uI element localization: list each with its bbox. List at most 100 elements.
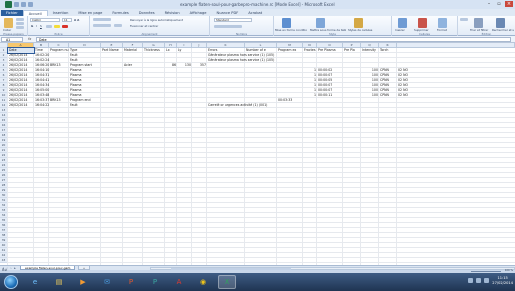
quick-access-toolbar — [3, 1, 33, 8]
file-explorer-icon[interactable]: ▤ — [50, 275, 68, 289]
data-cell[interactable]: CPNN — [379, 93, 397, 98]
internet-explorer-icon[interactable]: e — [26, 275, 44, 289]
clock[interactable]: 11:15 27/02/2014 — [492, 276, 513, 285]
header-cell[interactable]: Intensity — [361, 48, 379, 53]
data-cell[interactable]: 26/02/2014 — [8, 103, 34, 108]
column-header-filler — [397, 43, 515, 48]
data-cell[interactable]: Fault — [69, 103, 101, 108]
data-cell[interactable]: 86 — [165, 63, 177, 68]
data-cell[interactable]: BRK13 — [49, 98, 69, 103]
row-gridline — [8, 162, 515, 163]
name-box[interactable]: A1 — [1, 37, 23, 42]
autosum-icon[interactable] — [460, 18, 468, 21]
bold-icon[interactable]: G — [31, 24, 33, 28]
column-header-j[interactable]: J — [192, 43, 207, 48]
spreadsheet-grid[interactable]: A B C D E F G H I J K L M N O P Q R 1 2 3 4 5 6 7 8 9 10 11 12 13 14 15 1… — [0, 43, 515, 265]
header-cell[interactable]: Torch — [379, 48, 397, 53]
flag-icon[interactable] — [484, 278, 490, 283]
data-cell[interactable]: 357 — [192, 63, 207, 68]
italic-icon[interactable]: I — [36, 24, 37, 28]
horizontal-align-icons[interactable] — [93, 24, 111, 27]
volume-icon[interactable] — [476, 278, 482, 283]
row-gridline — [8, 117, 515, 118]
formula-bar: A1 fx Date — [0, 36, 515, 43]
data-cell[interactable]: 02 NO — [397, 93, 415, 98]
sort-filter-icon[interactable] — [474, 18, 483, 28]
powerpoint-icon[interactable]: P — [122, 275, 140, 289]
indent-icons[interactable] — [114, 24, 122, 27]
excel-logo-icon[interactable] — [5, 1, 12, 8]
zoom-slider[interactable] — [471, 271, 501, 272]
row-gridline — [8, 142, 515, 143]
group-alignment: Renvoyer à la ligne automatiquement Fusi… — [90, 16, 210, 36]
data-cell[interactable]: Acier — [123, 63, 143, 68]
publisher-icon[interactable]: P — [146, 275, 164, 289]
format-as-table-icon[interactable] — [316, 18, 325, 28]
copy-icon[interactable] — [16, 22, 24, 25]
data-cell[interactable]: 00:00:11 — [317, 93, 343, 98]
underline-icon[interactable]: S — [40, 24, 42, 28]
paste-icon[interactable] — [4, 18, 13, 28]
acrobat-icon[interactable]: A — [170, 275, 188, 289]
chrome-icon[interactable]: ◉ — [194, 275, 212, 289]
data-cell[interactable]: 100 — [361, 93, 379, 98]
window-controls: – ▫ × — [485, 1, 513, 7]
row-gridline — [8, 187, 515, 188]
row-gridline — [8, 202, 515, 203]
minimize-icon[interactable]: – — [485, 1, 493, 7]
number-format-select[interactable]: Standard — [214, 18, 252, 22]
media-player-icon[interactable]: ▶ — [74, 275, 92, 289]
header-cell[interactable]: Pre Pla — [343, 48, 361, 53]
data-cell[interactable]: BRK13 — [49, 63, 69, 68]
data-cell[interactable]: 1 — [303, 93, 317, 98]
conditional-formatting-icon[interactable] — [282, 18, 291, 28]
outlook-icon[interactable]: ✉ — [98, 275, 116, 289]
format-painter-icon[interactable] — [16, 26, 24, 29]
header-cell[interactable]: Fractes — [303, 48, 317, 53]
excel-window: example flaten-soul-pour-garbepro-machin… — [0, 0, 515, 273]
number-format-icons[interactable] — [214, 25, 242, 28]
wrap-text-button[interactable]: Renvoyer à la ligne automatiquement — [130, 18, 183, 22]
excel-taskbar-icon[interactable]: X — [218, 275, 236, 289]
font-name-select[interactable]: Calibri — [30, 18, 60, 22]
data-cell[interactable]: 16:04:22 — [34, 103, 49, 108]
font-color-icon[interactable] — [62, 25, 68, 28]
data-cell[interactable]: Générateur plasma hors service (1) (105) — [207, 58, 274, 63]
data-cell[interactable]: 130 — [177, 63, 192, 68]
format-cells-icon[interactable] — [438, 18, 447, 28]
header-cell[interactable]: Ly — [177, 48, 192, 53]
close-icon[interactable]: × — [505, 1, 513, 7]
network-icon[interactable] — [468, 278, 474, 283]
data-cell[interactable]: Carrelé or urgences activité (1) (001) — [207, 103, 267, 108]
header-cell[interactable]: Thickness — [143, 48, 165, 53]
grow-font-icon[interactable]: A A — [74, 18, 79, 22]
start-button-icon[interactable] — [4, 275, 18, 289]
header-cell[interactable]: Program nu — [49, 48, 69, 53]
borders-icon[interactable] — [46, 25, 52, 28]
row-gridline — [8, 237, 515, 238]
cell-styles-icon[interactable] — [354, 18, 363, 28]
taskbar: e ▤ ▶ ✉ P P A ◉ X 11:15 27/02/2014 — [0, 273, 515, 291]
insert-cells-icon[interactable] — [398, 18, 407, 28]
fill-color-icon[interactable] — [54, 25, 60, 28]
undo-icon[interactable] — [21, 2, 26, 7]
header-cell[interactable]: Part Name — [101, 48, 123, 53]
header-cell[interactable]: Lx — [165, 48, 177, 53]
save-icon[interactable] — [14, 2, 19, 7]
restore-icon[interactable]: ▫ — [495, 1, 503, 7]
header-cell[interactable]: Material — [123, 48, 143, 53]
cut-icon[interactable] — [16, 18, 24, 21]
zoom-level[interactable]: 100 % — [505, 269, 513, 272]
font-size-select[interactable]: 11 — [62, 18, 72, 22]
vertical-align-icons[interactable] — [93, 18, 111, 21]
redo-icon[interactable] — [28, 2, 33, 7]
header-cell[interactable]: Pre Plasma — [317, 48, 343, 53]
merge-center-button[interactable]: Fusionner et centrer — [130, 24, 158, 28]
header-cell[interactable]: Program ex — [277, 48, 303, 53]
find-select-icon[interactable] — [496, 18, 505, 28]
delete-cells-icon[interactable] — [418, 18, 427, 28]
formula-input[interactable]: Date — [36, 37, 511, 42]
fx-icon[interactable]: fx — [28, 37, 31, 41]
row-gridline — [8, 177, 515, 178]
data-cell[interactable]: 00:03:33 — [277, 98, 303, 103]
